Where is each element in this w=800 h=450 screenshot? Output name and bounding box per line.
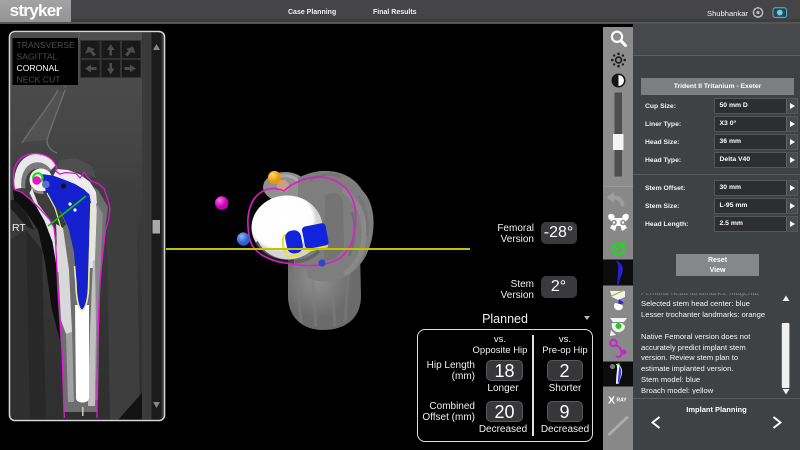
svg-text:X: X [608, 395, 615, 407]
svg-text:CORONAL: CORONAL [17, 63, 60, 73]
svg-text:RAY: RAY [617, 398, 628, 404]
svg-text:RT: RT [12, 222, 26, 234]
svg-text:TRANSVERSE: TRANSVERSE [17, 40, 76, 50]
svg-text:SAGITTAL: SAGITTAL [17, 52, 58, 62]
svg-text:NECK CUT: NECK CUT [17, 75, 62, 85]
